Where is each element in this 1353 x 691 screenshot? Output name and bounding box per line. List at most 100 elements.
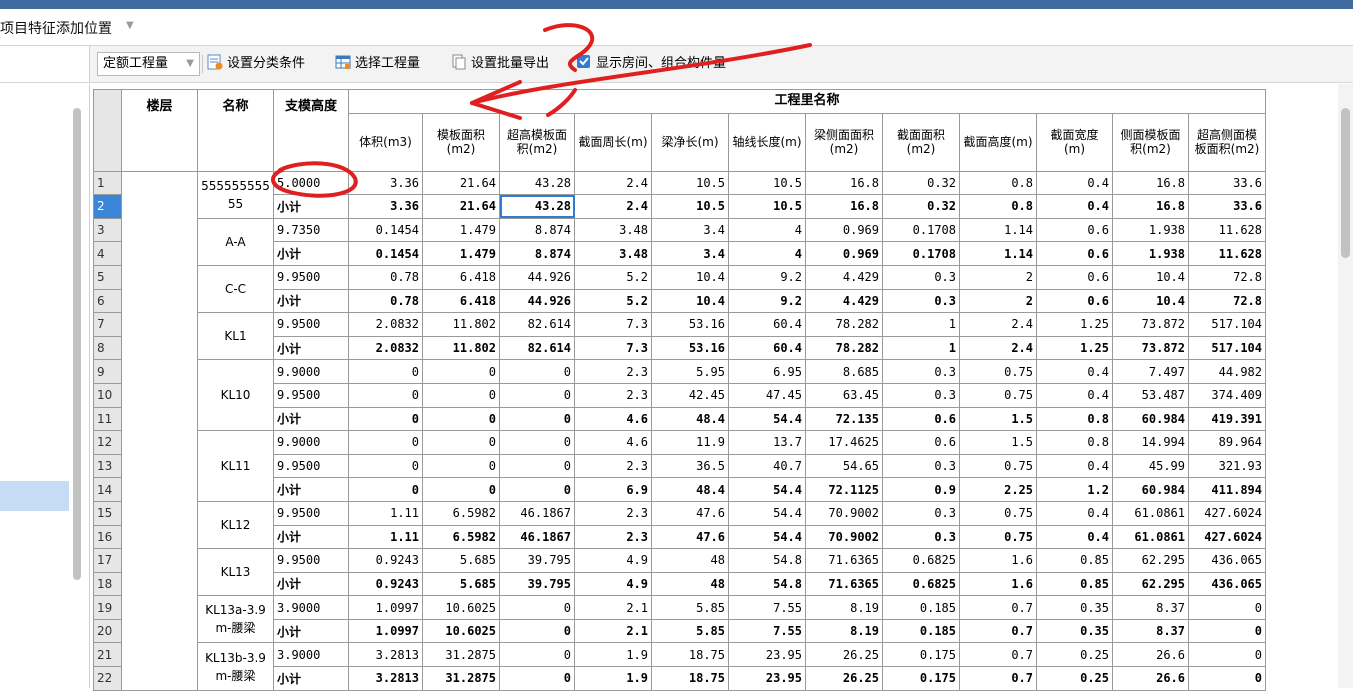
quantity-cell[interactable]: 60.984 [1112,406,1189,432]
support-height-cell[interactable]: 9.9500 [273,548,349,573]
quantity-cell[interactable]: 2.3 [574,359,652,384]
quantity-cell[interactable]: 0.6825 [882,571,960,597]
subtotal-label[interactable]: 小计 [273,406,349,432]
show-room-toggle[interactable]: 显示房间、组合构件量 [576,53,726,75]
quantity-cell[interactable]: 0.7 [959,642,1037,668]
quantity-cell[interactable]: 0.969 [805,241,883,266]
support-height-cell[interactable]: 5.0000 [273,170,349,196]
quantity-cell[interactable]: 48 [651,548,729,573]
quantity-cell[interactable]: 0 [1188,642,1266,668]
quantity-cell[interactable]: 0.1708 [882,241,960,266]
quantity-cell[interactable]: 0.6 [882,430,960,455]
component-name-cell[interactable]: KL1 [197,312,274,361]
quantity-cell[interactable]: 2.1 [574,618,652,644]
quantity-cell[interactable]: 10.6025 [422,595,500,620]
table-row[interactable]: 15 KL12 9.9500 1.11 6.5982 46.1867 2.3 47.6 54.4… [93,500,1266,550]
support-height-cell[interactable]: 9.9500 [273,264,349,290]
quantity-cell[interactable]: 0 [499,453,575,479]
quantity-cell[interactable]: 54.4 [728,406,806,432]
column-header-quantity[interactable]: 梁净长(m) [651,112,729,172]
column-header-quantity[interactable]: 侧面模板面积(m2) [1112,112,1189,172]
quantity-cell[interactable]: 6.5982 [422,500,500,526]
quantity-cell[interactable]: 60.4 [728,312,806,337]
scrollbar-thumb[interactable] [1341,108,1350,258]
row-number[interactable]: 8 [93,335,122,361]
quantity-cell[interactable]: 16.8 [1112,194,1189,219]
subtotal-label[interactable]: 小计 [273,571,349,597]
quantity-cell[interactable]: 1.11 [348,500,423,526]
quantity-cell[interactable]: 1.14 [959,241,1037,266]
quantity-cell[interactable]: 82.614 [499,335,575,361]
quantity-cell[interactable]: 70.9002 [805,524,883,550]
quantity-cell[interactable]: 2.3 [574,500,652,526]
quantity-cell[interactable]: 0.75 [959,359,1037,384]
subtotal-label[interactable]: 小计 [273,524,349,550]
quantity-cell[interactable]: 6.9 [574,477,652,502]
quantity-cell[interactable]: 48 [651,571,729,597]
quantity-cell[interactable]: 7.3 [574,312,652,337]
quantity-cell[interactable]: 411.894 [1188,477,1266,502]
quantity-cell[interactable]: 2.4 [959,335,1037,361]
quantity-cell[interactable]: 419.391 [1188,406,1266,432]
quantity-cell[interactable]: 0.3 [882,264,960,290]
subtotal-label[interactable]: 小计 [273,666,349,691]
row-number[interactable]: 13 [93,453,122,479]
quantity-cell[interactable]: 0 [422,477,500,502]
quantity-cell[interactable]: 11.9 [651,430,729,455]
quantity-cell[interactable]: 21.64 [422,194,500,219]
component-name-cell[interactable]: KL13a-3.9m-腰梁 [197,595,274,644]
quantity-cell[interactable]: 0 [348,477,423,502]
quantity-cell[interactable]: 16.8 [1112,170,1189,196]
quantity-cell[interactable]: 54.8 [728,571,806,597]
quantity-cell[interactable]: 0.75 [959,500,1037,526]
quantity-cell[interactable]: 3.48 [574,217,652,243]
row-number[interactable]: 6 [93,288,122,314]
column-header-quantity[interactable]: 截面周长(m) [574,112,652,172]
quantity-cell[interactable]: 4.429 [805,264,883,290]
quantity-cell[interactable]: 39.795 [499,571,575,597]
row-number[interactable]: 9 [93,359,122,384]
quantity-cell[interactable]: 39.795 [499,548,575,573]
table-row[interactable]: 9 KL10 9.9000 0 0 0 2.3 5.95 6.95 8.685 0.3 0.75 0.4… [93,359,1266,432]
quantity-cell[interactable]: 0 [1188,666,1266,691]
quantity-cell[interactable]: 2.4 [574,170,652,196]
quantity-cell[interactable]: 0.7 [959,666,1037,691]
quantity-cell[interactable]: 0 [499,618,575,644]
quantity-cell[interactable]: 3.36 [348,170,423,196]
quantity-cell[interactable]: 0.8 [959,194,1037,219]
quantity-cell[interactable]: 4.9 [574,548,652,573]
quantity-cell[interactable]: 1.11 [348,524,423,550]
quantity-cell[interactable]: 73.872 [1112,312,1189,337]
quantity-cell[interactable]: 2.4 [574,194,652,219]
quantity-cell[interactable]: 0 [348,359,423,384]
quantity-cell[interactable]: 46.1867 [499,524,575,550]
row-number[interactable]: 3 [93,217,122,243]
quantity-cell[interactable]: 10.6025 [422,618,500,644]
quantity-cell[interactable]: 0.6825 [882,548,960,573]
quantity-cell[interactable]: 23.95 [728,642,806,668]
column-header-quantity[interactable]: 截面面积(m2) [882,112,960,172]
quantity-cell[interactable]: 0 [499,406,575,432]
quantity-cell[interactable]: 10.5 [728,194,806,219]
quantity-cell[interactable]: 53.16 [651,312,729,337]
quantity-cell[interactable]: 89.964 [1188,430,1266,455]
quantity-cell[interactable]: 5.85 [651,618,729,644]
quantity-cell[interactable]: 13.7 [728,430,806,455]
quantity-cell[interactable]: 0.4 [1036,524,1113,550]
subtotal-label[interactable]: 小计 [273,335,349,361]
quantity-cell[interactable]: 0.185 [882,618,960,644]
quantity-cell[interactable]: 82.614 [499,312,575,337]
row-number[interactable]: 11 [93,406,122,432]
quantity-cell[interactable]: 5.2 [574,288,652,314]
quantity-cell[interactable]: 54.4 [728,477,806,502]
quantity-cell[interactable]: 0.4 [1036,359,1113,384]
table-row[interactable]: 21 KL13b-3.9m-腰梁 3.9000 3.2813 31.2875 0 1.9 18… [93,642,1266,691]
quantity-cell[interactable]: 0.7 [959,618,1037,644]
quantity-cell[interactable]: 42.45 [651,382,729,408]
quantity-cell[interactable]: 0.4 [1036,453,1113,479]
row-number[interactable]: 5 [93,264,122,290]
quantity-cell[interactable]: 72.8 [1188,264,1266,290]
quantity-cell[interactable]: 0.3 [882,288,960,314]
quantity-cell[interactable]: 374.409 [1188,382,1266,408]
quantity-cell[interactable]: 2.0832 [348,312,423,337]
